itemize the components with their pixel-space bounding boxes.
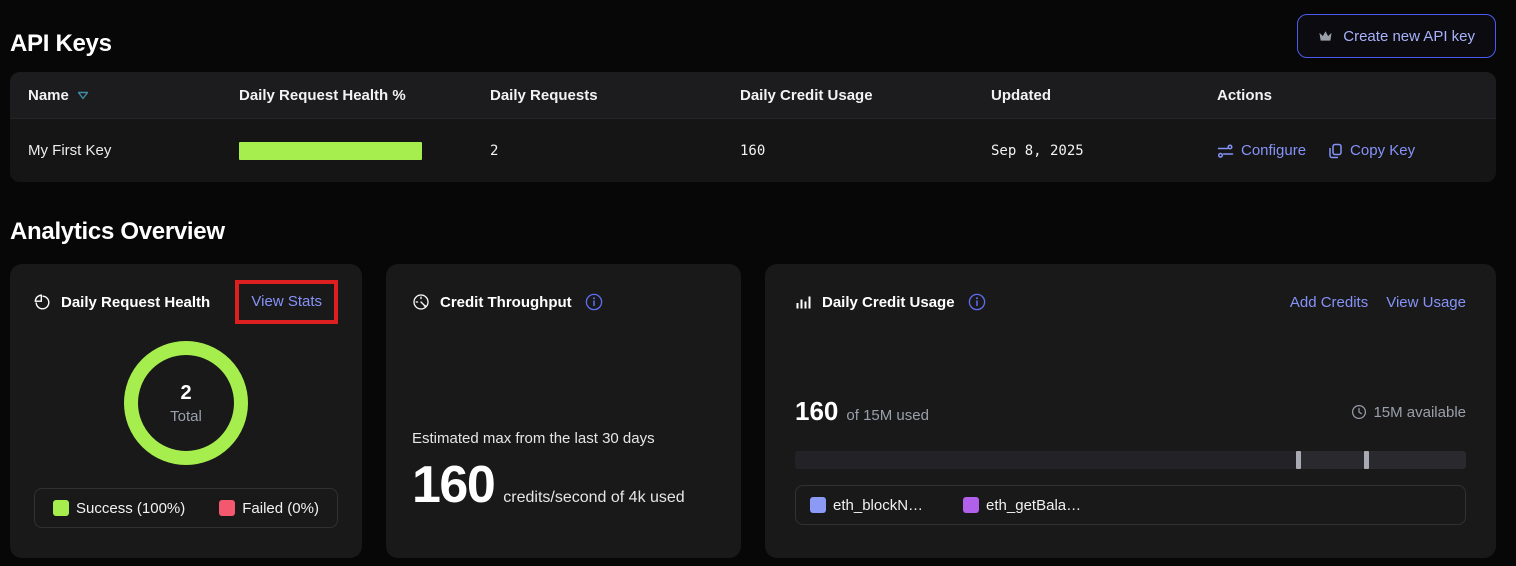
daily-request-health-card: Daily Request Health View Stats 2 Total … (10, 264, 362, 558)
crown-icon (1318, 29, 1333, 43)
throughput-value-row: 160 credits/second of 4k used (412, 459, 715, 511)
analytics-cards: Daily Request Health View Stats 2 Total … (10, 264, 1496, 558)
capacity-segment (1364, 451, 1466, 469)
page-title: API Keys (10, 30, 112, 58)
configure-label: Configure (1241, 142, 1306, 159)
legend-success: Success (100%) (53, 500, 185, 517)
clock-icon (1351, 404, 1367, 420)
throughput-unit: credits/second of 4k used (503, 489, 684, 507)
capacity-tick-marker (1364, 451, 1369, 469)
column-daily-requests: Daily Requests (490, 87, 740, 104)
create-api-key-label: Create new API key (1343, 28, 1475, 45)
view-usage-link[interactable]: View Usage (1386, 294, 1466, 311)
sliders-icon (1217, 144, 1234, 158)
capacity-bar (795, 451, 1466, 469)
eth-blocknumber-swatch (810, 497, 826, 513)
success-swatch (53, 500, 69, 516)
pie-chart-icon (34, 294, 51, 311)
column-name-label: Name (28, 87, 69, 104)
key-name: My First Key (28, 142, 239, 159)
column-daily-credit-usage: Daily Credit Usage (740, 87, 991, 104)
copy-key-label: Copy Key (1350, 142, 1415, 159)
updated-value: Sep 8, 2025 (991, 143, 1217, 159)
request-health-donut-chart: 2 Total (124, 341, 248, 465)
table-header-row: Name Daily Request Health % Daily Reques… (10, 72, 1496, 118)
daily-credit-usage-value: 160 (740, 143, 991, 159)
health-percent-bar (239, 142, 422, 160)
column-health: Daily Request Health % (239, 87, 490, 104)
daily-credit-usage-card: Daily Credit Usage Add Credits View Usag… (765, 264, 1496, 558)
api-keys-table: Name Daily Request Health % Daily Reques… (10, 72, 1496, 182)
gauge-icon (412, 293, 430, 311)
throughput-description: Estimated max from the last 30 days (412, 430, 715, 447)
copy-key-link[interactable]: Copy Key (1328, 142, 1415, 159)
eth-getbalance-swatch (963, 497, 979, 513)
dashboard: API Keys Create new API key Name Daily R… (10, 0, 1496, 558)
info-icon[interactable] (968, 293, 986, 311)
failed-swatch (219, 500, 235, 516)
credit-throughput-card: Credit Throughput Estimated max from the… (386, 264, 741, 558)
credits-available-label: 15M available (1373, 404, 1466, 421)
legend-failed: Failed (0%) (219, 500, 319, 517)
add-credits-link[interactable]: Add Credits (1290, 294, 1368, 311)
column-actions: Actions (1217, 87, 1496, 104)
sort-chevron-icon[interactable] (77, 91, 89, 100)
credits-used-value: 160 (795, 396, 838, 427)
info-icon[interactable] (585, 293, 603, 311)
success-label: Success (100%) (76, 500, 185, 517)
credits-used-label: of 15M used (846, 407, 929, 424)
eth-blocknumber-label: eth_blockN… (833, 497, 923, 514)
column-updated: Updated (991, 87, 1217, 104)
health-card-header: Daily Request Health View Stats (34, 278, 338, 326)
donut-total-label: Total (170, 408, 202, 425)
usage-card-header: Daily Credit Usage Add Credits View Usag… (795, 278, 1466, 326)
health-card-title: Daily Request Health (61, 294, 210, 311)
health-bar-cell (239, 142, 490, 160)
legend-eth-blocknumber: eth_blockN… (810, 497, 923, 514)
capacity-segment (1296, 451, 1364, 469)
credits-available: 15M available (1351, 404, 1466, 421)
bar-chart-icon (795, 294, 812, 310)
usage-card-title: Daily Credit Usage (822, 294, 955, 311)
view-stats-link[interactable]: View Stats (251, 293, 322, 310)
usage-header-links: Add Credits View Usage (1290, 294, 1466, 311)
capacity-tick-marker (1296, 451, 1301, 469)
annotation-highlight-box: View Stats (235, 280, 338, 324)
daily-requests-value: 2 (490, 143, 740, 159)
page-header: API Keys Create new API key (10, 0, 1496, 58)
throughput-value: 160 (412, 459, 494, 511)
request-health-donut-wrap: 2 Total (34, 341, 338, 465)
throughput-card-title: Credit Throughput (440, 294, 572, 311)
analytics-overview-title: Analytics Overview (10, 218, 1496, 246)
usage-legend: eth_blockN… eth_getBala… (795, 485, 1466, 525)
configure-link[interactable]: Configure (1217, 142, 1306, 159)
throughput-card-header: Credit Throughput (412, 278, 715, 326)
health-legend: Success (100%) Failed (0%) (34, 488, 338, 528)
eth-getbalance-label: eth_getBala… (986, 497, 1081, 514)
actions-cell: Configure Copy Key (1217, 142, 1496, 159)
column-name[interactable]: Name (28, 87, 239, 104)
failed-label: Failed (0%) (242, 500, 319, 517)
donut-total-value: 2 (180, 382, 191, 405)
usage-stats-row: 160 of 15M used 15M available (795, 396, 1466, 427)
table-row: My First Key 2 160 Sep 8, 2025 Configure… (10, 118, 1496, 182)
legend-eth-getbalance: eth_getBala… (963, 497, 1081, 514)
copy-icon (1328, 143, 1343, 159)
create-api-key-button[interactable]: Create new API key (1297, 14, 1496, 58)
